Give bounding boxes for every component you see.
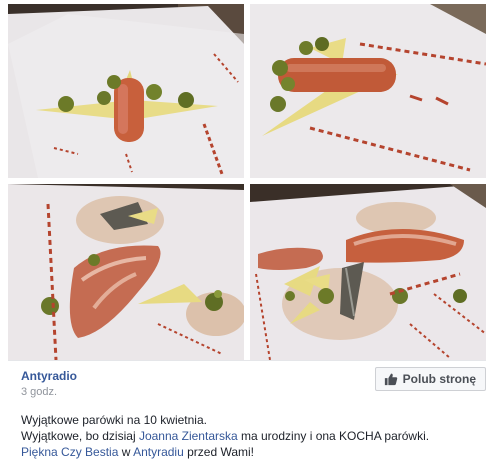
tagged-person-link[interactable]: Joanna Zientarska [139,429,238,443]
post-text-line-3: Piękna Czy Bestia w Antyradiu przed Wami… [21,444,429,460]
post-timestamp[interactable]: 3 godz. [21,386,57,398]
page-name-link[interactable]: Antyradio [21,369,77,383]
photo-sausage-airplane-top[interactable] [8,4,244,178]
facebook-post: Antyradio 3 godz. Polub stronę Wyjątkowe… [0,0,494,460]
food-photo-image [8,4,244,178]
photo-sausage-cut-top[interactable] [8,184,244,360]
thumbs-up-icon [384,373,397,386]
tagged-page-link[interactable]: Antyradiu [133,445,184,459]
text-segment: przed Wami! [183,445,255,459]
food-photo-image [250,184,486,360]
post-divider [8,360,486,361]
tagged-show-link[interactable]: Piękna Czy Bestia [21,445,118,459]
post-body: Wyjątkowe parówki na 10 kwietnia. Wyjątk… [21,412,429,460]
text-segment: ma urodziny i ona KOCHA parówki. [237,429,430,443]
food-photo-image [250,4,486,178]
photo-sausage-airplane-side[interactable] [250,4,486,178]
food-photo-image [8,184,244,360]
like-page-button-label: Polub stronę [402,372,476,386]
like-page-button[interactable]: Polub stronę [374,367,486,391]
post-text-line-1: Wyjątkowe parówki na 10 kwietnia. [21,413,207,427]
photo-grid [8,4,486,360]
photo-sausage-cut-side[interactable] [250,184,486,360]
text-segment: Wyjątkowe, bo dzisiaj [21,429,139,443]
text-segment: w [118,445,134,459]
post-text-line-2: Wyjątkowe, bo dzisiaj Joanna Zientarska … [21,428,429,444]
